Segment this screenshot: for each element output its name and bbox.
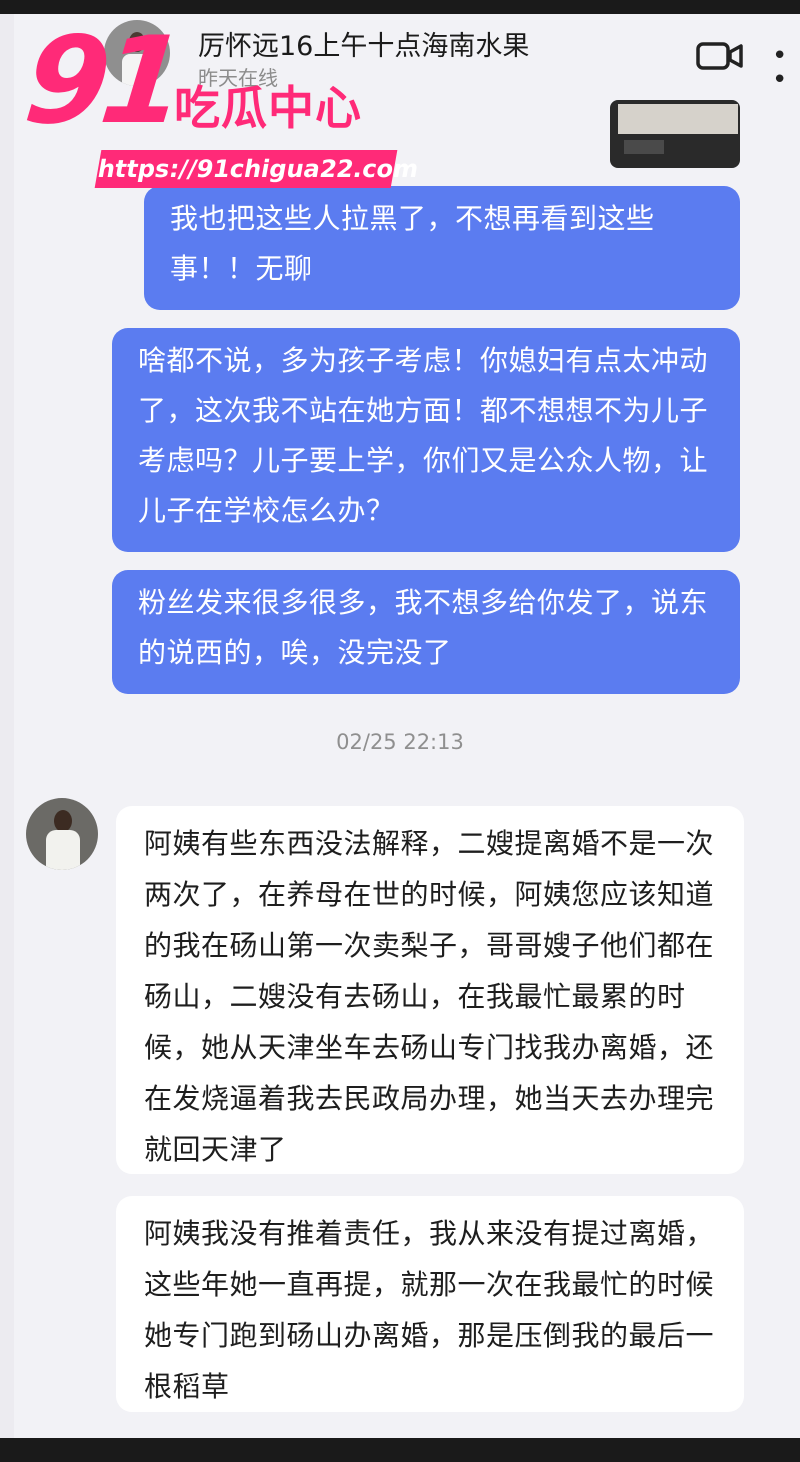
sent-message-bubble[interactable]: 粉丝发来很多很多，我不想多给你发了，说东的说西的，唉，没完没了 [112,570,740,694]
sent-message-bubble[interactable]: 我也把这些人拉黑了，不想再看到这些事！！无聊 [144,186,740,310]
video-camera-icon[interactable] [696,40,744,72]
image-message-thumbnail[interactable] [610,100,740,168]
watermark-url: https://91chigua22.com [94,150,421,188]
sender-avatar[interactable] [26,798,98,870]
bottom-frame-bar [0,1438,800,1462]
sent-message-bubble[interactable]: 啥都不说，多为孩子考虑！你媳妇有点太冲动了，这次我不站在她方面！都不想想不为儿子… [112,328,740,552]
avatar-shirt [46,830,80,870]
watermark-name: 吃瓜中心 [174,81,362,135]
watermark-logo: 91 吃瓜中心 https://91chigua22.com [19,12,426,188]
received-message-bubble[interactable]: 阿姨有些东西没法解释，二嫂提离婚不是一次两次了，在养母在世的时候，阿姨您应该知道… [116,806,744,1174]
avatar-head [54,810,72,832]
received-message-bubble[interactable]: 阿姨我没有推着责任，我从来没有提过离婚，这些年她一直再提，就那一次在我最忙的时候… [116,1196,744,1412]
watermark-number: 91 [18,12,185,151]
more-options-icon[interactable]: • • [772,43,800,93]
thumbnail-content [618,104,738,134]
thumbnail-detail [624,140,664,154]
message-timestamp: 02/25 22:13 [336,730,464,754]
